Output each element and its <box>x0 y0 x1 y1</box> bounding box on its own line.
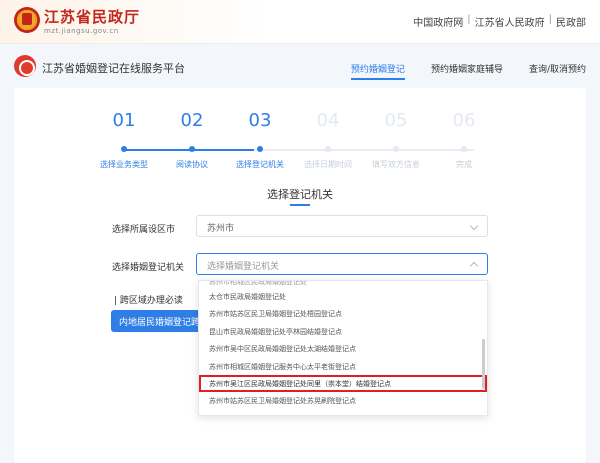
step-1: 01 选择业务类型 <box>94 110 154 170</box>
step-dot <box>461 146 467 152</box>
gov-links: 中国政府网 | 江苏省人民政府 | 民政部 <box>413 14 586 29</box>
dropdown-option[interactable]: 苏州市姑苏区民卫局婚姻登记处苏晃刷院登记点 <box>199 392 487 409</box>
platform-logo-icon <box>14 55 36 77</box>
stepper: 01 选择业务类型 02 阅读协议 03 选择登记机关 04 选择日期时间 05… <box>100 110 504 170</box>
main-card: 01 选择业务类型 02 阅读协议 03 选择登记机关 04 选择日期时间 05… <box>14 88 586 463</box>
step-label: 选择登记机关 <box>236 160 284 169</box>
step-4: 04 选择日期时间 <box>298 110 358 170</box>
dropdown-option[interactable]: 昆山市民政局婚姻登记处亭林园结婚登记点 <box>199 323 487 340</box>
office-label: 选择婚姻登记机关 <box>112 263 185 273</box>
city-select-value: 苏州市 <box>207 224 235 234</box>
step-2: 02 阅读协议 <box>162 110 222 170</box>
gov-link-ministry[interactable]: 民政部 <box>556 14 586 29</box>
dropdown-option[interactable]: 苏州市相城区婚姻登记服务中心太平老街登记点 <box>199 358 487 375</box>
office-dropdown: 苏州市相城区民政局婚姻登记处 太仓市民政局婚姻登记处 苏州市姑苏区民卫局婚姻登记… <box>198 280 488 416</box>
cross-region-label-text: 跨区域办理必读 <box>119 296 183 306</box>
step-6: 06 完成 <box>434 110 494 170</box>
gov-domain: mzt.jiangsu.gov.cn <box>44 27 119 35</box>
section-title: 选择登记机关 <box>267 188 333 201</box>
chevron-down-icon <box>469 221 479 231</box>
divider: | <box>467 14 471 25</box>
tab-query-cancel[interactable]: 查询/取消预约 <box>529 62 586 80</box>
step-5: 05 填写双方信息 <box>366 110 426 170</box>
city-label: 选择所属设区市 <box>112 225 176 235</box>
office-select[interactable]: 选择婚姻登记机关 <box>196 253 488 275</box>
dropdown-scrollbar[interactable] <box>482 339 485 389</box>
step-label: 阅读协议 <box>176 160 208 169</box>
step-number: 03 <box>248 110 272 131</box>
cross-region-label: | 跨区域办理必读 <box>114 293 183 306</box>
step-number: 06 <box>452 110 476 131</box>
emblem-icon <box>14 7 40 33</box>
gov-link-china[interactable]: 中国政府网 <box>413 14 463 29</box>
step-label: 选择业务类型 <box>100 160 148 169</box>
gov-link-jiangsu[interactable]: 江苏省人民政府 <box>475 14 545 29</box>
step-number: 04 <box>316 110 340 131</box>
step-label: 完成 <box>456 160 472 169</box>
dropdown-option[interactable]: 苏州市相城区民政局婚姻登记处 <box>199 281 487 288</box>
step-dot <box>121 146 127 152</box>
step-label: 选择日期时间 <box>304 160 352 169</box>
step-number: 05 <box>384 110 408 131</box>
step-number: 02 <box>180 110 204 131</box>
section-underline <box>290 204 310 206</box>
gov-header: 江苏省民政厅 mzt.jiangsu.gov.cn 中国政府网 | 江苏省人民政… <box>0 0 600 44</box>
tab-book-counseling[interactable]: 预约婚姻家庭辅导 <box>431 62 503 80</box>
city-select[interactable]: 苏州市 <box>196 215 488 237</box>
platform-title: 江苏省婚姻登记在线服务平台 <box>42 62 185 75</box>
step-3: 03 选择登记机关 <box>230 110 290 170</box>
step-dot <box>393 146 399 152</box>
divider: | <box>548 14 552 25</box>
tab-book-marriage[interactable]: 预约婚姻登记 <box>351 62 405 80</box>
step-dot <box>325 146 331 152</box>
cross-region-button[interactable]: 内地居民婚姻登记跨区域办理 <box>111 310 201 332</box>
office-select-placeholder: 选择婚姻登记机关 <box>207 262 280 272</box>
platform-tabs: 预约婚姻登记 预约婚姻家庭辅导 查询/取消预约 <box>351 62 586 80</box>
dropdown-option[interactable]: 太仓市民政局婚姻登记处 <box>199 288 487 305</box>
dropdown-option[interactable]: 苏州市姑苏区民卫局婚姻登记处梧园登记点 <box>199 305 487 322</box>
platform-nav: 江苏省婚姻登记在线服务平台 预约婚姻登记 预约婚姻家庭辅导 查询/取消预约 <box>0 52 600 82</box>
step-label: 填写双方信息 <box>372 160 420 169</box>
dropdown-option-selected[interactable]: 苏州市吴江区民政局婚姻登记处同里（崇本堂）结婚登记点 <box>199 374 487 393</box>
step-number: 01 <box>112 110 136 131</box>
step-dot <box>189 146 195 152</box>
dropdown-option[interactable]: 苏州市吴中区民政局婚姻登记处太湖结婚登记点 <box>199 340 487 357</box>
chevron-up-icon <box>469 261 479 271</box>
gov-title[interactable]: 江苏省民政厅 <box>44 6 140 27</box>
step-dot <box>257 146 263 152</box>
